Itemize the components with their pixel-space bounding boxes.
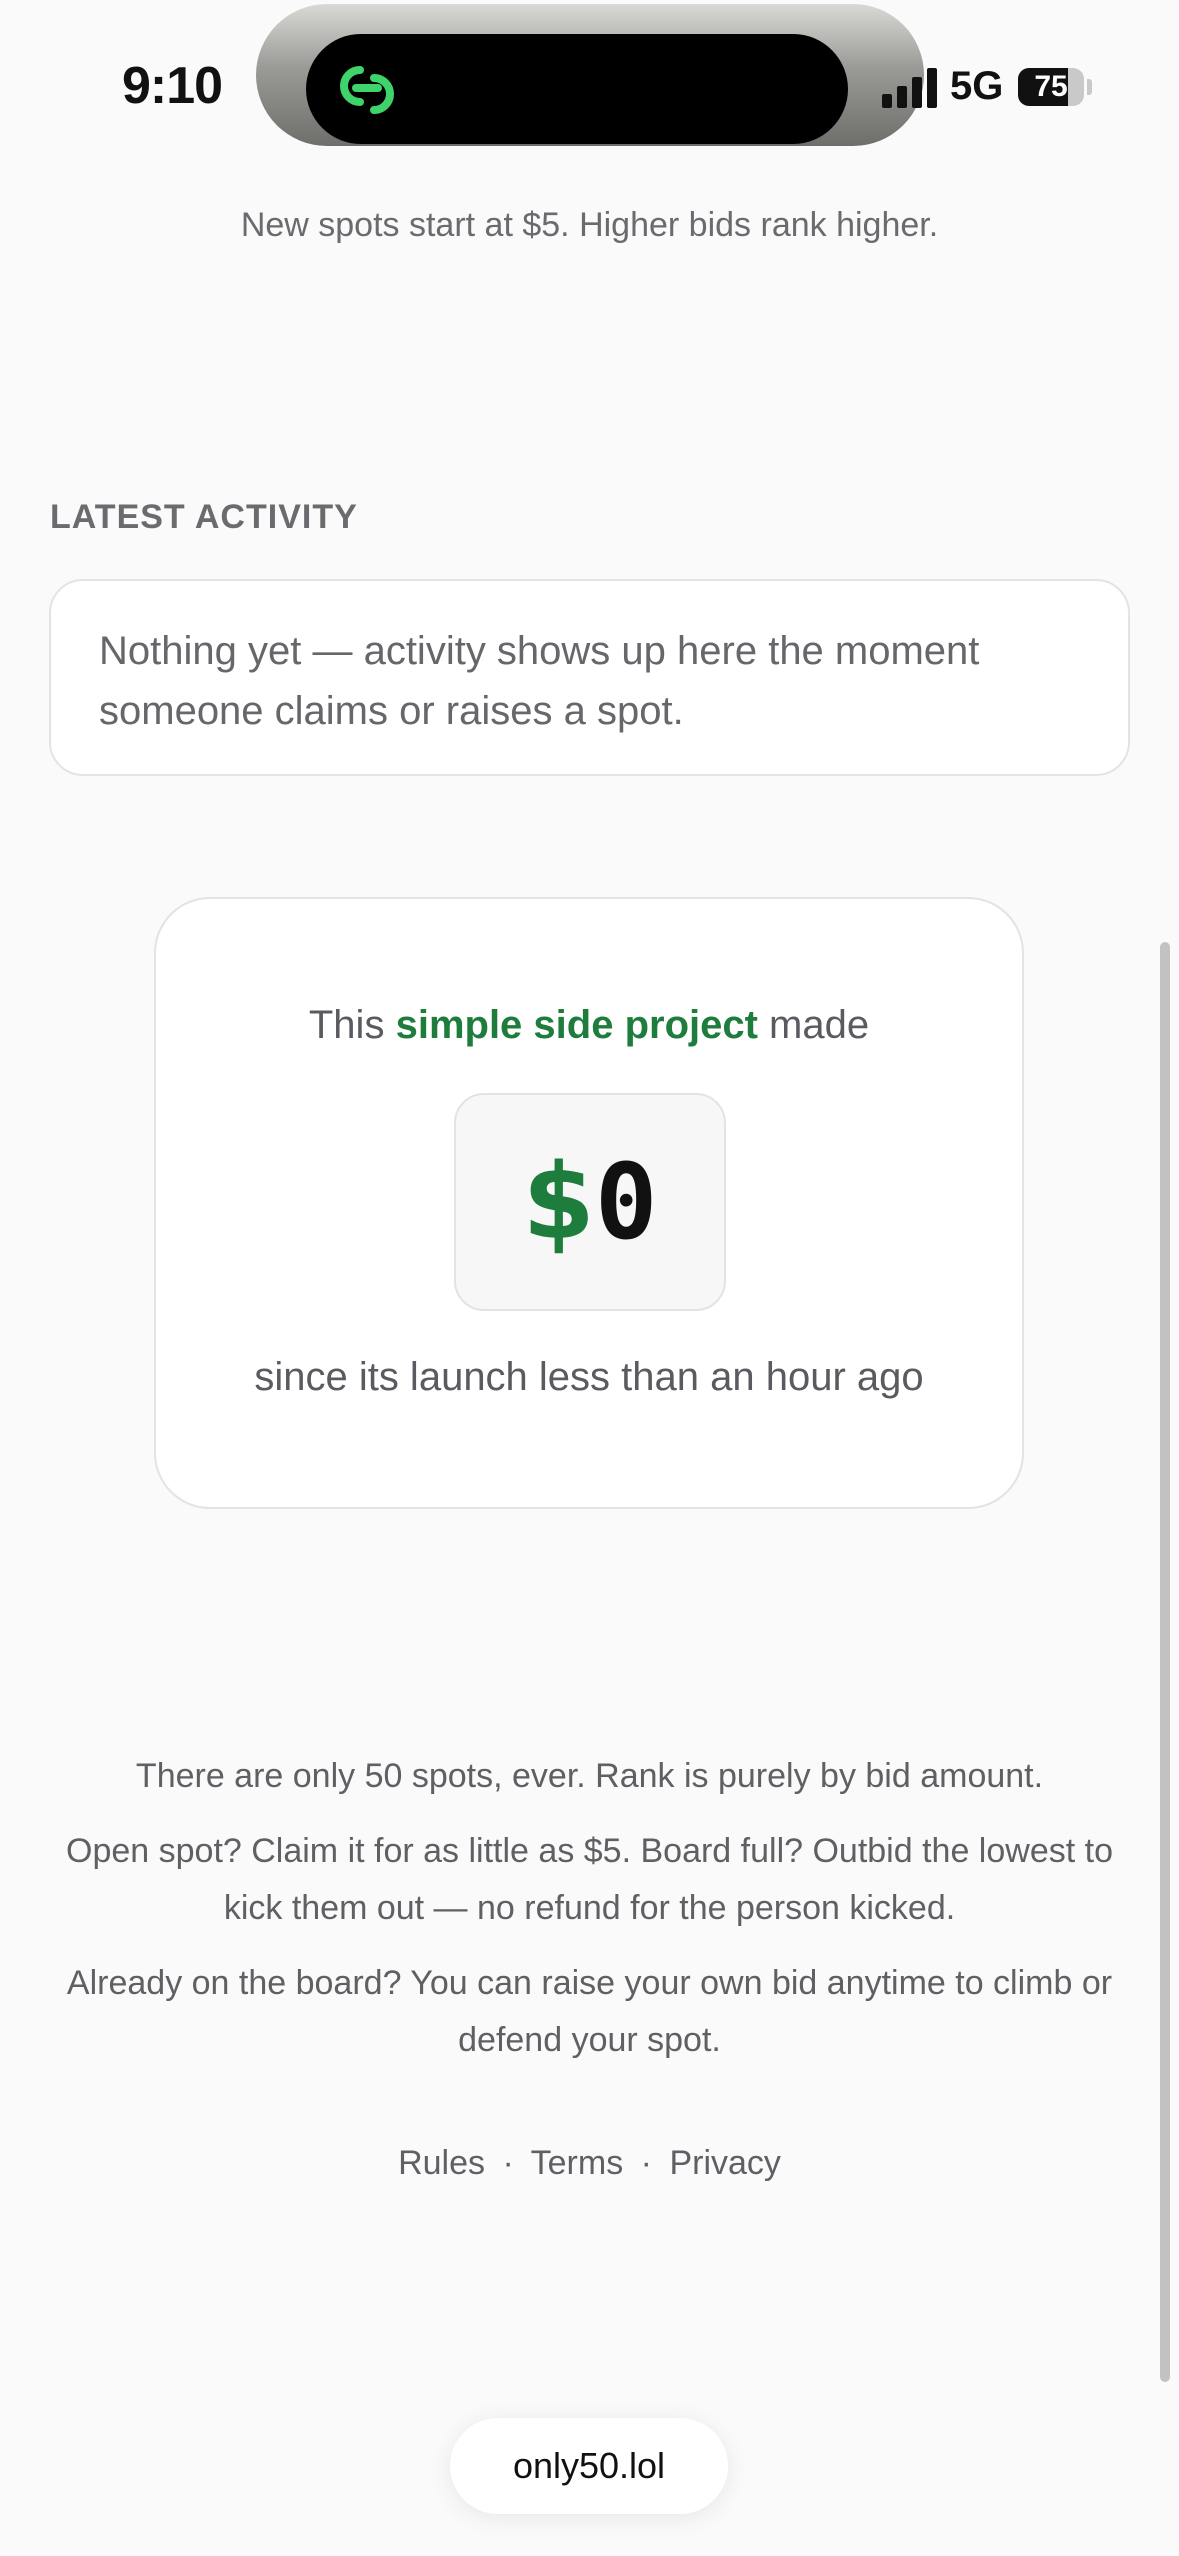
rules-paragraph: Open spot? Claim it for as little as $5.… [66, 1832, 1113, 1927]
footer-separator: · [640, 2144, 652, 2182]
battery-icon: 75 [1018, 68, 1084, 106]
footer-link-terms[interactable]: Terms [531, 2144, 624, 2182]
footer-links: Rules · Terms · Privacy [0, 2144, 1179, 2183]
earnings-card: This simple side project made $0 since i… [154, 897, 1024, 1509]
network-type: 5G [950, 64, 1004, 108]
battery-tip [1087, 79, 1092, 95]
activity-feed-card: Nothing yet — activity shows up here the… [49, 579, 1130, 776]
latest-activity-heading: LATEST ACTIVITY [50, 498, 358, 536]
earnings-amount: 0 [594, 1141, 658, 1263]
activity-empty-message: Nothing yet — activity shows up here the… [99, 629, 980, 733]
rules-paragraph: There are only 50 spots, ever. Rank is p… [135, 1757, 1044, 1795]
earnings-prefix: This [308, 1003, 385, 1047]
status-bar: 9:10 5G 75 [0, 0, 1179, 160]
rules-summary: There are only 50 spots, ever. Rank is p… [60, 1748, 1119, 2087]
earnings-suffix: made [769, 1003, 870, 1047]
footer-separator: · [502, 2144, 514, 2182]
currency-symbol: $ [522, 1141, 595, 1263]
earnings-headline: This simple side project made [156, 1003, 1022, 1048]
side-project-link[interactable]: simple side project [396, 1003, 758, 1047]
footer-link-rules[interactable]: Rules [398, 2144, 485, 2182]
status-time: 9:10 [122, 57, 223, 115]
battery-level: 75 [1034, 70, 1068, 103]
page-scrollbar[interactable] [1160, 942, 1170, 2382]
footer-link-privacy[interactable]: Privacy [669, 2144, 780, 2182]
cellular-signal-icon [882, 68, 937, 108]
pricing-note: New spots start at $5. Higher bids rank … [240, 206, 939, 244]
link-icon [340, 66, 394, 114]
browser-url-bar[interactable]: only50.lol [450, 2418, 728, 2514]
rules-paragraph: Already on the board? You can raise your… [66, 1964, 1113, 2059]
earnings-amount-box: $0 [454, 1093, 726, 1311]
earnings-since-text: since its launch less than an hour ago [254, 1355, 924, 1399]
